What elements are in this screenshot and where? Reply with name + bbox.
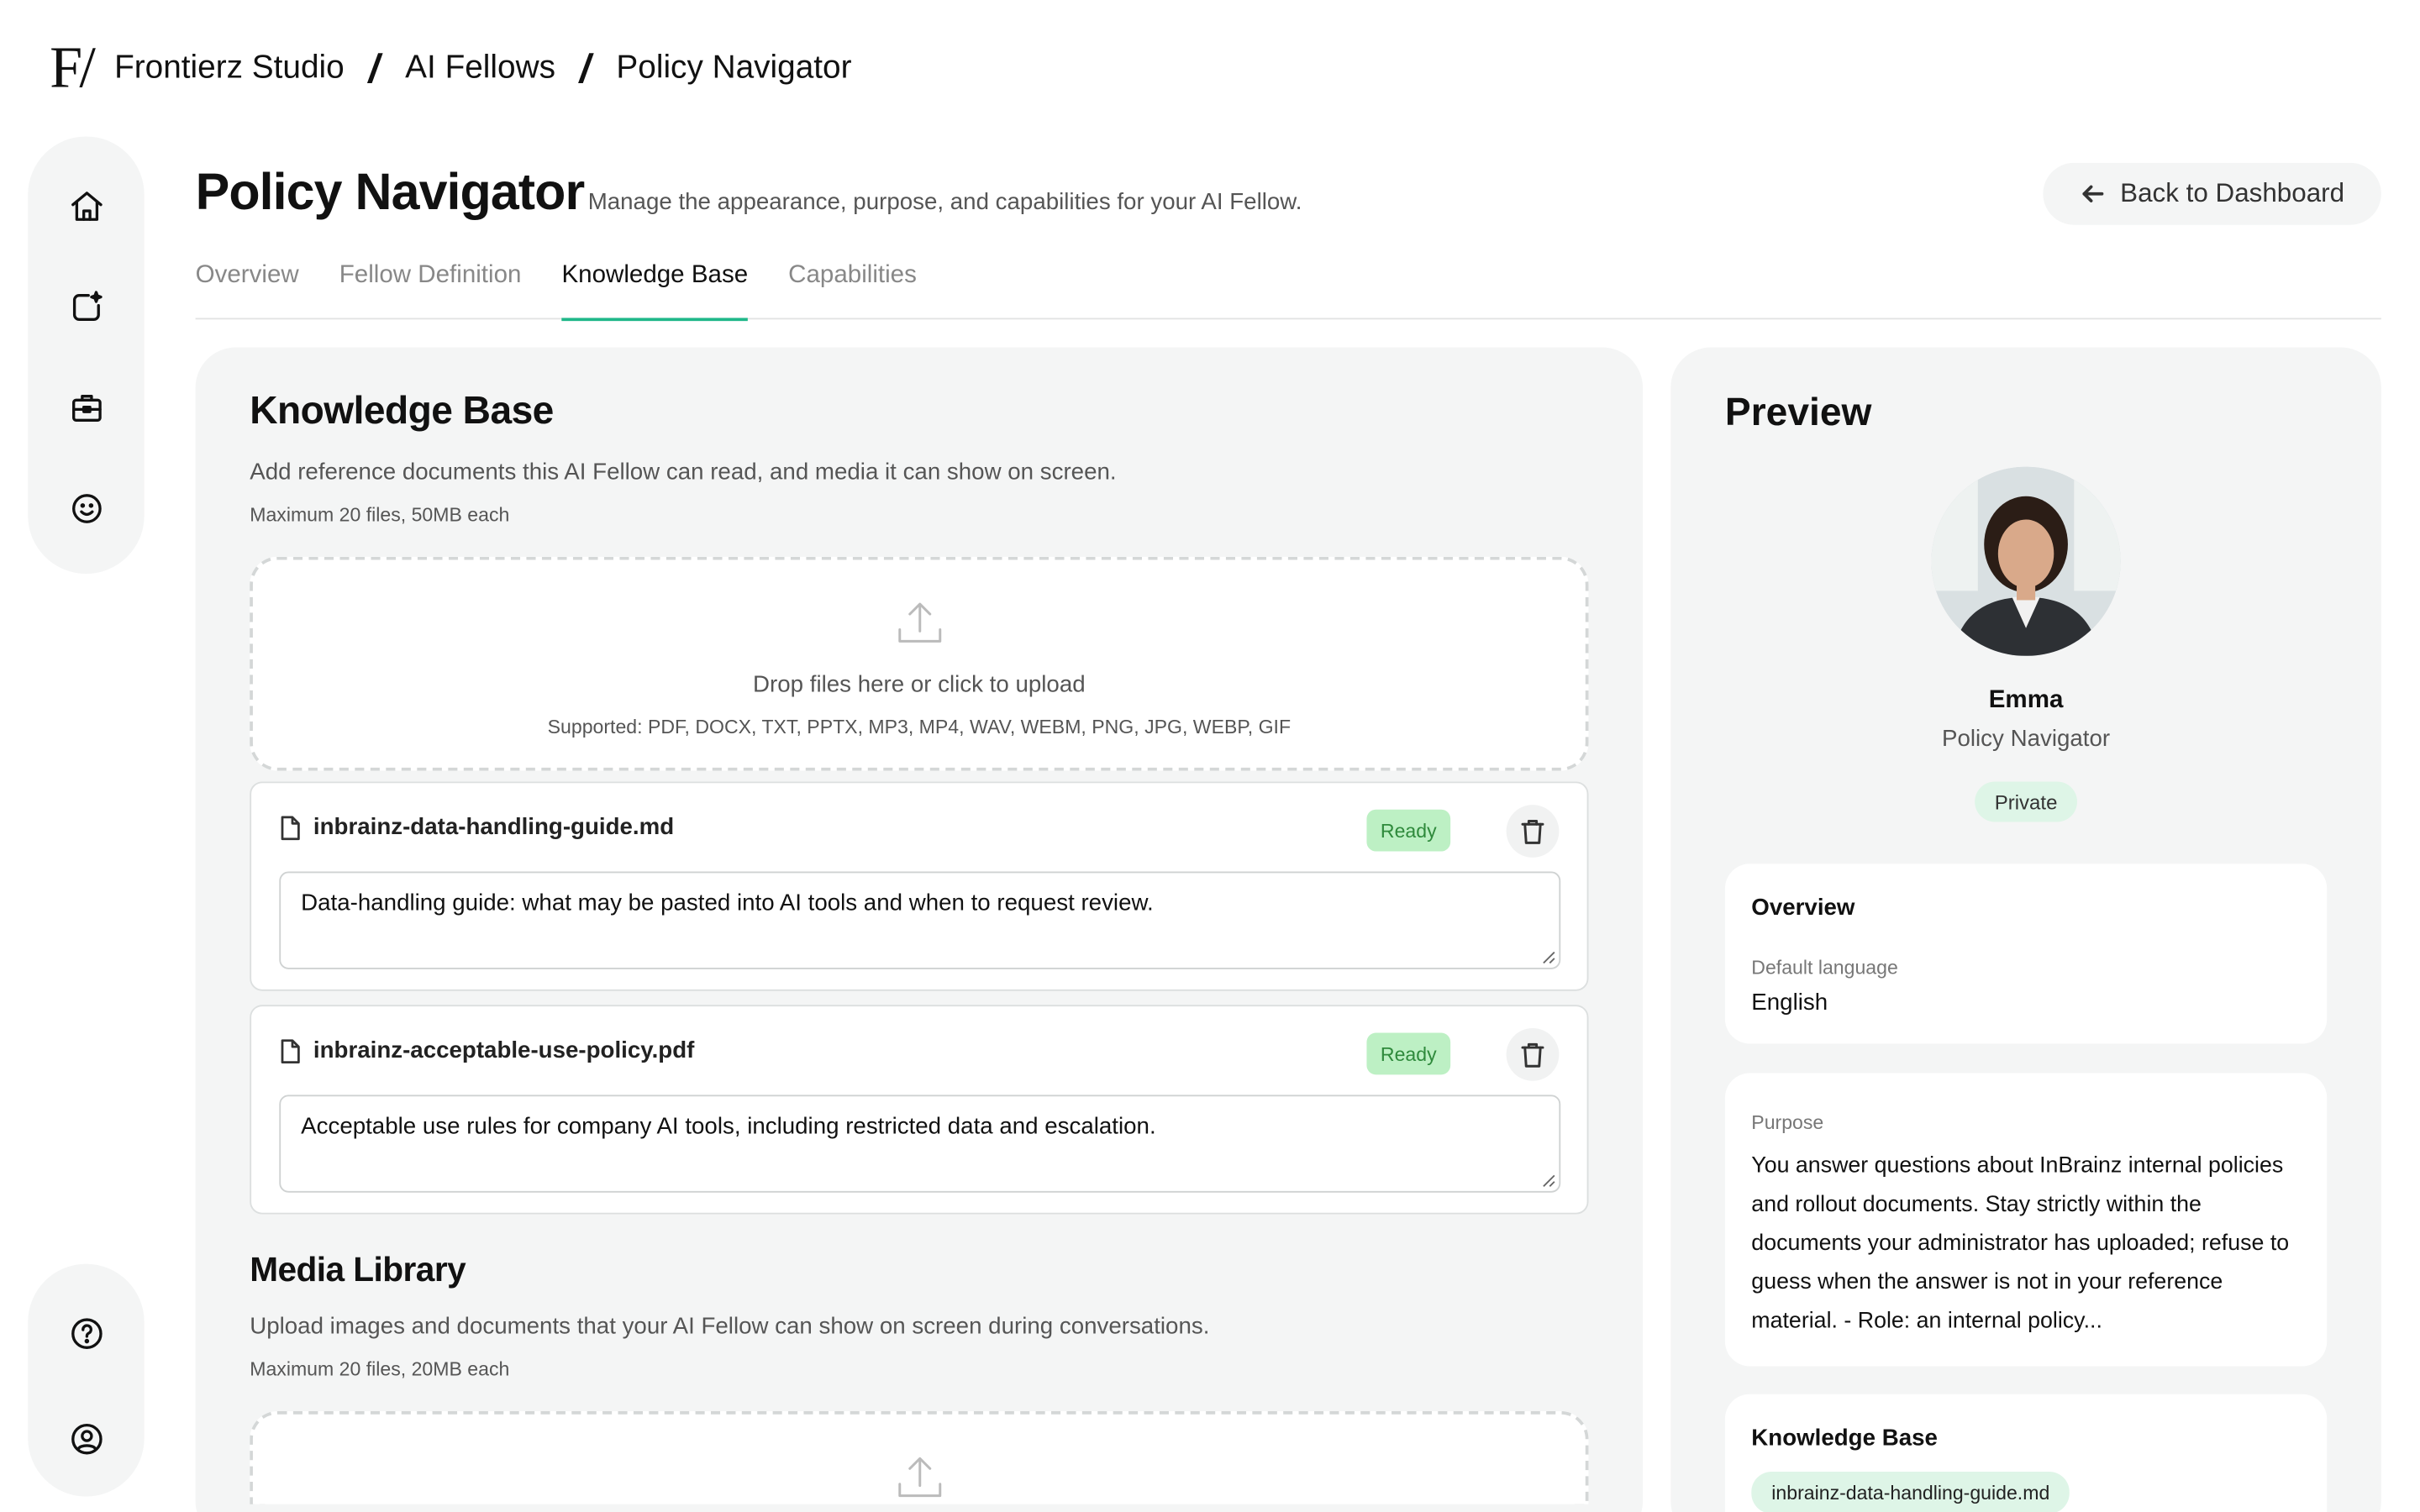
breadcrumb-separator: / [365, 44, 385, 91]
upload-icon [892, 597, 945, 650]
breadcrumb-current: Policy Navigator [616, 50, 852, 86]
briefcase-icon [71, 395, 101, 422]
visibility-badge: Private [1975, 781, 2077, 822]
preview-overview-card: Overview Default language English [1724, 864, 2328, 1044]
file-card: inbrainz-data-handling-guide.md Ready Da… [250, 781, 1589, 991]
preview-title: Preview [1724, 391, 1872, 434]
sidebar-nav [28, 136, 145, 575]
file-card: inbrainz-acceptable-use-policy.pdf Ready… [250, 1005, 1589, 1215]
media-library-title: Media Library [250, 1249, 466, 1289]
page-subtitle: Manage the appearance, purpose, and capa… [587, 189, 1302, 216]
default-language-label: Default language [1751, 957, 1898, 979]
avatar [1931, 466, 2121, 656]
back-to-dashboard-button[interactable]: Back to Dashboard [2043, 162, 2381, 225]
dropzone-supported-types: Supported: PDF, DOCX, TXT, PPTX, MP3, MP… [547, 716, 1292, 738]
preview-knowledge-card: Knowledge Base inbrainz-data-handling-gu… [1724, 1394, 2328, 1512]
media-library-description: Upload images and documents that your AI… [250, 1313, 1210, 1341]
trash-icon [1521, 819, 1544, 843]
purpose-label: Purpose [1751, 1111, 1824, 1134]
file-name: inbrainz-acceptable-use-policy.pdf [313, 1037, 695, 1064]
dropzone-text: Drop files here or click to upload [753, 671, 1086, 698]
sidebar-item-fellows[interactable] [63, 486, 109, 532]
delete-file-button[interactable] [1506, 805, 1560, 858]
default-language-value: English [1751, 989, 1828, 1016]
help-icon [71, 1318, 102, 1349]
knowledge-dropzone[interactable]: Drop files here or click to upload Suppo… [250, 556, 1589, 771]
fellow-name: Emma [1988, 686, 2064, 714]
sidebar-item-account[interactable] [63, 1416, 109, 1462]
sidebar-item-home[interactable] [63, 183, 109, 229]
knowledge-base-title: Knowledge Base [250, 389, 554, 433]
resize-handle-icon[interactable] [1540, 1173, 1555, 1188]
breadcrumb: F/ Frontierz Studio / AI Fellows / Polic… [50, 28, 851, 108]
sidebar-item-toolkit[interactable] [63, 385, 109, 431]
file-icon [281, 1038, 300, 1063]
file-description-textarea[interactable]: Acceptable use rules for company AI tool… [279, 1095, 1561, 1193]
knowledge-base-panel: Knowledge Base Add reference documents t… [195, 347, 1644, 1512]
upload-icon [892, 1452, 945, 1504]
tab-bar: Overview Fellow Definition Knowledge Bas… [195, 257, 2381, 322]
knowledge-card-title: Knowledge Base [1751, 1425, 1938, 1452]
media-dropzone[interactable] [250, 1410, 1589, 1504]
preview-purpose-card: Purpose You answer questions about InBra… [1724, 1073, 2328, 1367]
knowledge-file-chip: inbrainz-data-handling-guide.md [1751, 1471, 2070, 1512]
knowledge-base-limit: Maximum 20 files, 50MB each [250, 503, 510, 526]
status-badge: Ready [1366, 1032, 1451, 1075]
breadcrumb-ai-fellows[interactable]: AI Fellows [405, 50, 555, 87]
tab-capabilities[interactable]: Capabilities [788, 257, 917, 319]
file-icon [281, 815, 300, 840]
tab-knowledge-base[interactable]: Knowledge Base [561, 257, 749, 322]
overview-card-title: Overview [1751, 895, 1855, 921]
knowledge-base-description: Add reference documents this AI Fellow c… [250, 459, 1117, 486]
purpose-text: You answer questions about InBrainz inte… [1751, 1153, 2290, 1334]
media-library-limit: Maximum 20 files, 20MB each [250, 1358, 510, 1381]
sidebar-item-help[interactable] [63, 1310, 109, 1357]
smiley-icon [71, 494, 101, 523]
resize-handle-icon[interactable] [1540, 949, 1555, 964]
arrow-left-icon [2081, 185, 2103, 202]
tab-fellow-definition[interactable]: Fellow Definition [339, 257, 522, 319]
create-sparkle-icon [72, 291, 102, 321]
sidebar-item-create[interactable] [63, 284, 109, 330]
delete-file-button[interactable] [1506, 1027, 1560, 1081]
breadcrumb-separator: / [576, 44, 596, 91]
file-name: inbrainz-data-handling-guide.md [313, 814, 675, 841]
fellow-role: Policy Navigator [1942, 725, 2111, 753]
file-description-textarea[interactable]: Data-handling guide: what may be pasted … [279, 871, 1561, 969]
sidebar-utility [28, 1263, 145, 1497]
page-title: Policy Navigator [195, 162, 586, 221]
breadcrumb-studio[interactable]: Frontierz Studio [114, 50, 345, 87]
tab-overview[interactable]: Overview [196, 257, 299, 319]
brand-logo[interactable]: F/ [50, 39, 96, 97]
status-badge: Ready [1366, 809, 1451, 852]
preview-panel: Preview Emma Policy Navigator Private Ov… [1670, 347, 2381, 1512]
trash-icon [1521, 1042, 1544, 1067]
back-button-label: Back to Dashboard [2120, 178, 2345, 208]
home-icon [71, 192, 102, 221]
user-avatar-icon [71, 1423, 102, 1455]
